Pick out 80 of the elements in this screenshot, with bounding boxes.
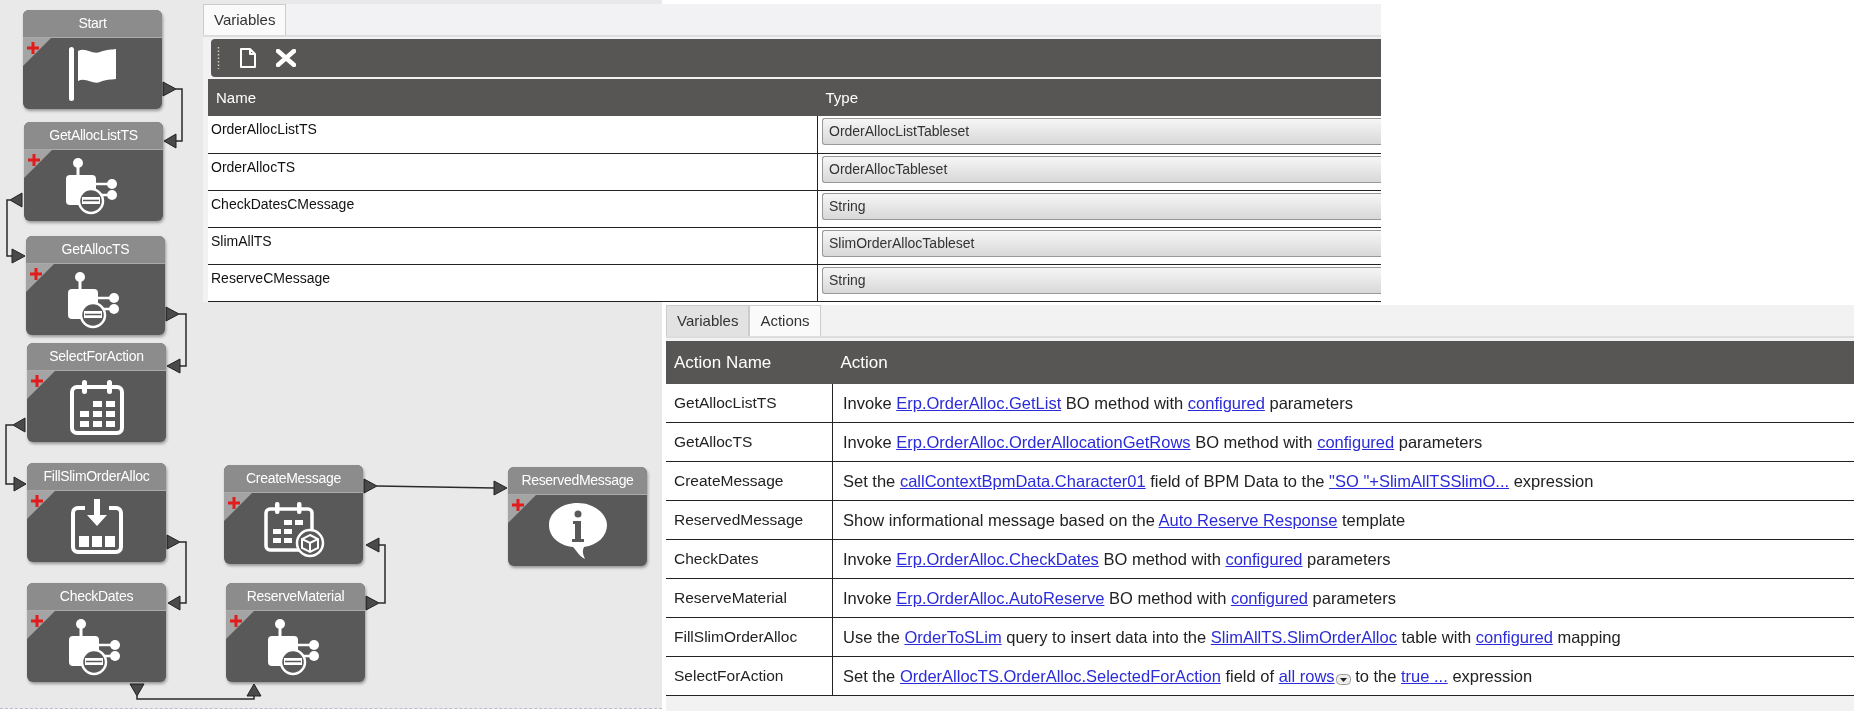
action-link[interactable]: OrderAllocTS.OrderAlloc.SelectedForAction — [899, 666, 1221, 685]
plus-icon[interactable] — [31, 495, 43, 507]
type-dropdown[interactable]: String — [822, 192, 1381, 220]
variable-name: OrderAllocTS — [208, 153, 818, 190]
column-header: Action Name — [666, 341, 833, 384]
connector-arrow — [6, 192, 26, 264]
column-header: Name — [208, 79, 818, 116]
node-title: CreateMessage — [224, 465, 363, 493]
node-title: GetAllocTS — [26, 236, 165, 264]
action-name: FillSlimOrderAlloc — [666, 617, 833, 657]
action-name: CheckDates — [666, 539, 833, 579]
action-link[interactable]: Erp.OrderAlloc.AutoReserve — [896, 588, 1105, 607]
action-name: CreateMessage — [666, 461, 833, 501]
action-name: ReserveMaterial — [666, 578, 833, 618]
plus-icon[interactable] — [31, 615, 43, 627]
caret-icon[interactable] — [1335, 673, 1351, 685]
panel-tab[interactable]: Variables — [666, 305, 750, 336]
column-header: Action — [832, 341, 1854, 384]
action-link[interactable]: configured — [1317, 432, 1395, 451]
action-name: ReservedMessage — [666, 500, 833, 540]
type-dropdown[interactable]: OrderAllocListTableset — [822, 118, 1381, 145]
action-name: GetAllocTS — [666, 422, 833, 462]
panel-tab[interactable]: Variables — [203, 4, 287, 35]
node-title: GetAllocListTS — [24, 122, 163, 150]
variable-name: SlimAllTS — [208, 227, 818, 264]
plus-icon[interactable] — [512, 499, 524, 511]
new-document-icon[interactable] — [240, 48, 256, 68]
plus-icon[interactable] — [230, 615, 242, 627]
plus-icon[interactable] — [27, 42, 39, 54]
plus-icon[interactable] — [228, 497, 240, 509]
column-header: Type — [817, 79, 1381, 116]
action-description: Set the OrderAllocTS.OrderAlloc.SelectedForAction field of all rows to the true ... expression — [832, 656, 1854, 696]
action-link[interactable]: true ... — [1401, 666, 1448, 685]
action-link[interactable]: Erp.OrderAlloc.CheckDates — [896, 549, 1099, 568]
action-description: Invoke Erp.OrderAlloc.CheckDates BO method with configured parameters — [832, 539, 1854, 579]
action-link[interactable]: configured — [1475, 627, 1553, 646]
plus-icon[interactable] — [31, 375, 43, 387]
node-title: SelectForAction — [27, 343, 166, 371]
action-link[interactable]: OrderToSLim — [904, 627, 1002, 646]
download-tray-icon — [68, 497, 125, 556]
type-dropdown[interactable]: SlimOrderAllocTableset — [822, 229, 1381, 257]
action-link[interactable]: configured — [1187, 393, 1265, 412]
type-dropdown[interactable]: String — [822, 266, 1381, 294]
connector-arrow — [165, 306, 187, 374]
action-description: Set the callContextBpmData.Character01 field of BPM Data to the "SO "+SlimAllTSSlimO... expression — [832, 461, 1854, 501]
action-name: SelectForAction — [666, 656, 833, 696]
grip-icon — [217, 47, 220, 69]
action-link[interactable]: all rows — [1278, 666, 1335, 685]
action-link[interactable]: Erp.OrderAlloc.OrderAllocationGetRows — [896, 432, 1191, 451]
info-icon — [546, 500, 609, 561]
calendar-icon — [68, 377, 125, 436]
action-link[interactable]: "SO "+SlimAllTSSlimO... — [1329, 471, 1510, 490]
node-title: Start — [23, 10, 162, 38]
node-title: ReserveMaterial — [226, 583, 365, 611]
type-dropdown[interactable]: OrderAllocTableset — [822, 155, 1381, 183]
calendar-cube-icon — [262, 499, 325, 558]
variable-name: OrderAllocListTS — [208, 116, 818, 153]
flag-icon — [66, 44, 119, 103]
action-description: Invoke Erp.OrderAlloc.AutoReserve BO method with configured parameters — [832, 578, 1854, 618]
node-title: FillSlimOrderAlloc — [27, 463, 166, 491]
node-title: CheckDates — [27, 583, 166, 611]
action-link[interactable]: configured — [1230, 588, 1308, 607]
plus-icon[interactable] — [28, 154, 40, 166]
variable-name: CheckDatesCMessage — [208, 190, 818, 227]
action-description: Invoke Erp.OrderAlloc.OrderAllocationGetRows BO method with configured parameters — [832, 422, 1854, 462]
variable-name: ReserveCMessage — [208, 264, 818, 301]
action-link[interactable]: callContextBpmData.Character01 — [899, 471, 1146, 490]
action-link[interactable]: configured — [1225, 549, 1303, 568]
panel-tab[interactable]: Actions — [749, 305, 821, 336]
action-link[interactable]: Auto Reserve Response — [1158, 510, 1338, 529]
action-description: Show informational message based on the Auto Reserve Response template — [832, 500, 1854, 540]
connector-arrow — [162, 81, 183, 149]
action-name: GetAllocListTS — [666, 384, 833, 423]
action-link[interactable]: SlimAllTS.SlimOrderAlloc — [1210, 627, 1397, 646]
plus-icon[interactable] — [30, 268, 42, 280]
action-description: Use the OrderToSLim query to insert data into the SlimAllTS.SlimOrderAlloc table with configured mapping — [832, 617, 1854, 657]
action-link[interactable]: Erp.OrderAlloc.GetList — [896, 393, 1062, 412]
delete-icon[interactable] — [276, 49, 296, 67]
action-description: Invoke Erp.OrderAlloc.GetList BO method with configured parameters — [832, 384, 1854, 423]
node-title: ReservedMessage — [508, 467, 647, 495]
